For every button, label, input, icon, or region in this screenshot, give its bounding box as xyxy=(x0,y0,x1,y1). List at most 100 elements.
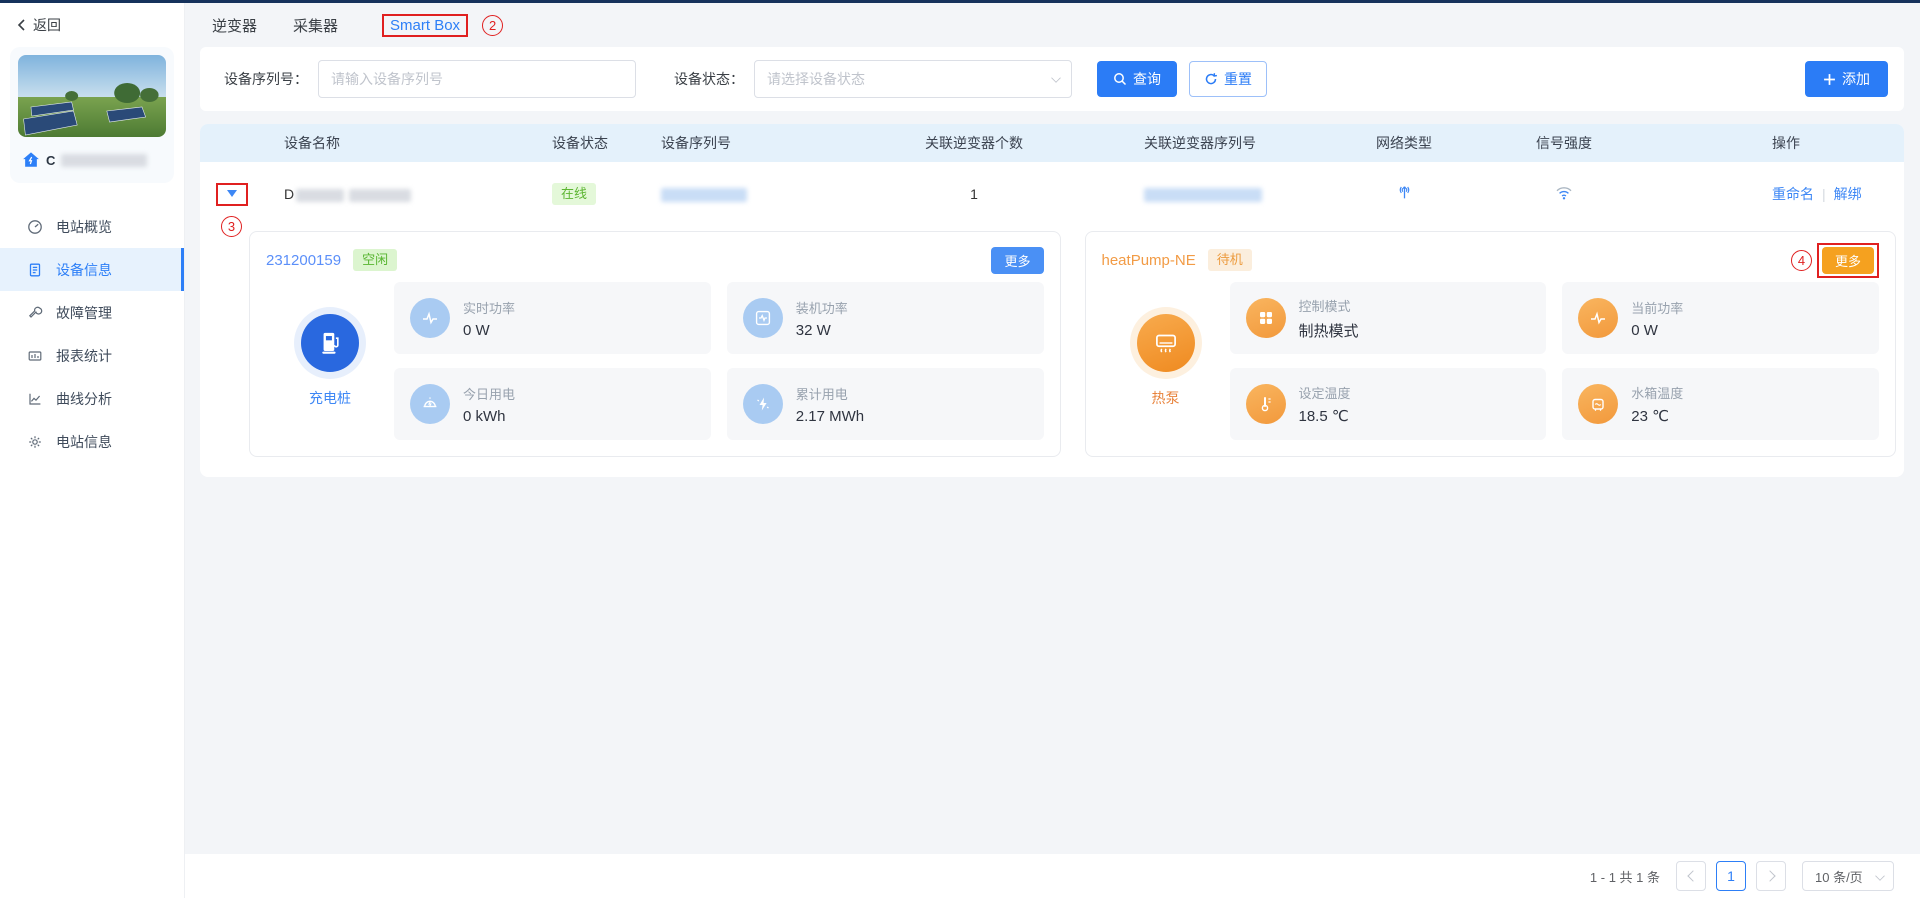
wrench-icon xyxy=(27,305,43,321)
sidebar-item-station-info[interactable]: 电站信息 xyxy=(0,420,184,463)
charging-pile-title: 231200159 xyxy=(266,252,341,269)
rename-link[interactable]: 重命名 xyxy=(1772,186,1814,202)
collapse-row-arrow-icon[interactable] xyxy=(227,190,237,197)
realtime-power-icon xyxy=(410,298,450,338)
column-header-network-type: 网络类型 xyxy=(1334,133,1474,153)
wifi-icon xyxy=(1555,185,1573,201)
inverter-serial-redacted xyxy=(1144,188,1262,202)
device-type-tabs: 逆变器 采集器 Smart Box 2 xyxy=(185,3,1920,47)
search-button-label: 查询 xyxy=(1133,69,1161,89)
station-name-redacted xyxy=(61,154,147,167)
annotation-circle-3: 3 xyxy=(221,216,242,237)
sidebar-item-label: 设备信息 xyxy=(56,260,112,280)
tab-smart-box[interactable]: Smart Box xyxy=(390,17,460,34)
heat-pump-more-button[interactable]: 更多 xyxy=(1822,247,1874,274)
heat-pump-title: heatPump-NE xyxy=(1102,252,1196,269)
status-badge: 在线 xyxy=(552,183,596,205)
table-row: 3 D 在线 1 xyxy=(200,162,1904,226)
refresh-icon xyxy=(1204,72,1218,86)
main-area: 逆变器 采集器 Smart Box 2 设备序列号： 设备状态： 请选择设备状态… xyxy=(185,3,1920,898)
next-page-button[interactable] xyxy=(1756,861,1786,891)
filter-bar: 设备序列号： 设备状态： 请选择设备状态 查询 重置 添加 xyxy=(200,47,1904,111)
sidebar-item-curve-analysis[interactable]: 曲线分析 xyxy=(0,377,184,420)
sidebar-item-device-info[interactable]: 设备信息 xyxy=(0,248,184,291)
charging-pile-stats: 实时功率0 W 装机功率32 W 今日用电0 kWh xyxy=(394,282,1044,440)
stat-value: 0 kWh xyxy=(463,408,515,425)
serial-filter-input[interactable] xyxy=(318,60,636,98)
heat-pump-card-body: 热泵 控制模式制热模式 当前功率0 W xyxy=(1102,282,1880,440)
charging-pile-card-header: 231200159 空闲 更多 xyxy=(266,246,1044,274)
add-button-label: 添加 xyxy=(1842,69,1870,89)
gauge-icon xyxy=(27,219,43,235)
annotation-box-more-button: 更多 xyxy=(1817,243,1879,278)
stat-set-temperature: 设定温度 18.5 ℃ xyxy=(1230,368,1547,440)
status-filter-label: 设备状态： xyxy=(674,69,744,89)
stat-value: 18.5 ℃ xyxy=(1299,407,1351,425)
station-name: C xyxy=(18,151,166,169)
unbind-link[interactable]: 解绑 xyxy=(1834,186,1862,202)
search-icon xyxy=(1113,72,1127,86)
sidebar-menu: 电站概览 设备信息 故障管理 报表统计 曲线分析 电站信息 xyxy=(0,205,184,463)
stat-value: 0 W xyxy=(463,322,515,339)
signal-strength-cell xyxy=(1474,185,1654,204)
home-icon xyxy=(22,151,40,169)
device-name-redacted xyxy=(349,189,411,202)
stat-installed-power: 装机功率32 W xyxy=(727,282,1044,354)
chevron-down-icon xyxy=(1051,73,1061,83)
content-spacer xyxy=(200,477,1904,854)
heat-pump-status-badge: 待机 xyxy=(1208,249,1252,271)
sidebar-item-report-statistics[interactable]: 报表统计 xyxy=(0,334,184,377)
reset-button-label: 重置 xyxy=(1224,69,1252,89)
gear-icon xyxy=(27,434,43,450)
search-button[interactable]: 查询 xyxy=(1097,61,1177,97)
curve-chart-icon xyxy=(27,391,43,407)
antenna-icon xyxy=(1396,184,1413,201)
column-header-device-status: 设备状态 xyxy=(514,133,644,153)
stat-daily-energy: 今日用电0 kWh xyxy=(394,368,711,440)
add-button[interactable]: 添加 xyxy=(1805,61,1888,97)
charging-pile-icon xyxy=(301,314,359,372)
stat-value: 2.17 MWh xyxy=(796,408,864,425)
charging-pile-more-button[interactable]: 更多 xyxy=(991,247,1043,274)
report-chart-icon xyxy=(27,348,43,364)
previous-page-button[interactable] xyxy=(1676,861,1706,891)
set-temp-icon xyxy=(1246,384,1286,424)
inverter-serial-cell xyxy=(1074,186,1334,202)
device-serial-cell xyxy=(644,186,874,202)
tab-inverter[interactable]: 逆变器 xyxy=(212,15,257,36)
annotation-box-smart-box-tab: Smart Box xyxy=(382,14,468,37)
content: 设备序列号： 设备状态： 请选择设备状态 查询 重置 添加 xyxy=(185,47,1920,854)
station-name-prefix: C xyxy=(46,153,55,168)
annotation-circle-4: 4 xyxy=(1791,250,1812,271)
page-size-select[interactable]: 10 条/页 xyxy=(1802,861,1894,891)
column-header-signal-strength: 信号强度 xyxy=(1474,133,1654,153)
device-status-cell: 在线 xyxy=(514,183,644,205)
charging-pile-status-badge: 空闲 xyxy=(353,249,397,271)
stat-total-energy: 累计用电2.17 MWh xyxy=(727,368,1044,440)
status-filter-select[interactable]: 请选择设备状态 xyxy=(754,60,1072,98)
sidebar-item-station-overview[interactable]: 电站概览 xyxy=(0,205,184,248)
stat-tank-temperature: 水箱温度23 ℃ xyxy=(1562,368,1879,440)
heat-pump-card-header: heatPump-NE 待机 4 更多 xyxy=(1102,246,1880,274)
device-table: 设备名称 设备状态 设备序列号 关联逆变器个数 关联逆变器序列号 网络类型 信号… xyxy=(200,124,1904,477)
sidebar-item-fault-management[interactable]: 故障管理 xyxy=(0,291,184,334)
page-1-button[interactable]: 1 xyxy=(1716,861,1746,891)
expanded-subdevices: 231200159 空闲 更多 充电桩 xyxy=(200,226,1904,477)
stat-label: 设定温度 xyxy=(1299,383,1351,402)
sidebar-item-label: 电站信息 xyxy=(56,432,112,452)
column-header-actions: 操作 xyxy=(1654,133,1904,153)
back-label: 返回 xyxy=(33,15,61,35)
status-select-placeholder: 请选择设备状态 xyxy=(767,69,865,89)
column-header-inverter-count: 关联逆变器个数 xyxy=(874,133,1074,153)
action-divider: | xyxy=(1822,186,1826,202)
heat-pump-card: heatPump-NE 待机 4 更多 xyxy=(1085,231,1897,457)
sidebar-item-label: 报表统计 xyxy=(56,346,112,366)
back-button[interactable]: 返回 xyxy=(0,3,184,39)
stat-control-mode: 控制模式制热模式 xyxy=(1230,282,1547,354)
reset-button[interactable]: 重置 xyxy=(1189,61,1267,97)
chevron-left-icon xyxy=(1687,870,1698,881)
tab-collector[interactable]: 采集器 xyxy=(293,15,338,36)
device-name-cell: D xyxy=(264,186,514,202)
inverter-count-cell: 1 xyxy=(874,186,1074,202)
charging-pile-card-body: 充电桩 实时功率0 W 装机功率32 W xyxy=(266,282,1044,440)
